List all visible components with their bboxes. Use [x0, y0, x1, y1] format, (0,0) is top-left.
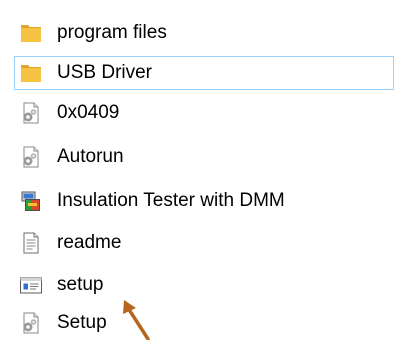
file-list: program files USB Driver 0x0409 Autorun …	[0, 0, 404, 340]
file-item-label: readme	[57, 232, 122, 253]
file-item-label: setup	[57, 274, 104, 295]
file-item-autorun[interactable]: Autorun	[14, 140, 394, 174]
config-settings-icon	[19, 145, 43, 169]
file-item-usb-driver[interactable]: USB Driver	[14, 56, 394, 90]
file-item-label: Setup	[57, 312, 107, 333]
application-window-icon	[19, 273, 43, 297]
file-item-0x0409[interactable]: 0x0409	[14, 96, 394, 130]
arrow-annotation-icon	[118, 298, 158, 340]
config-settings-icon	[19, 311, 43, 335]
file-item-setup[interactable]: setup	[14, 268, 394, 302]
file-item-readme[interactable]: readme	[14, 226, 394, 260]
installer-package-icon	[19, 189, 43, 213]
text-document-icon	[19, 231, 43, 255]
config-settings-icon	[19, 101, 43, 125]
file-item-label: USB Driver	[57, 62, 153, 83]
file-item-label: 0x0409	[57, 102, 120, 123]
file-item-label: Autorun	[57, 146, 124, 167]
file-item-insulation-tester-with-dmm[interactable]: Insulation Tester with DMM	[14, 184, 394, 218]
file-item-label: program files	[57, 22, 167, 43]
file-item-label: Insulation Tester with DMM	[57, 190, 285, 211]
folder-icon	[19, 21, 43, 45]
file-item-program-files[interactable]: program files	[14, 16, 394, 50]
folder-icon	[19, 61, 43, 85]
file-item-setup-config[interactable]: Setup	[14, 306, 394, 340]
